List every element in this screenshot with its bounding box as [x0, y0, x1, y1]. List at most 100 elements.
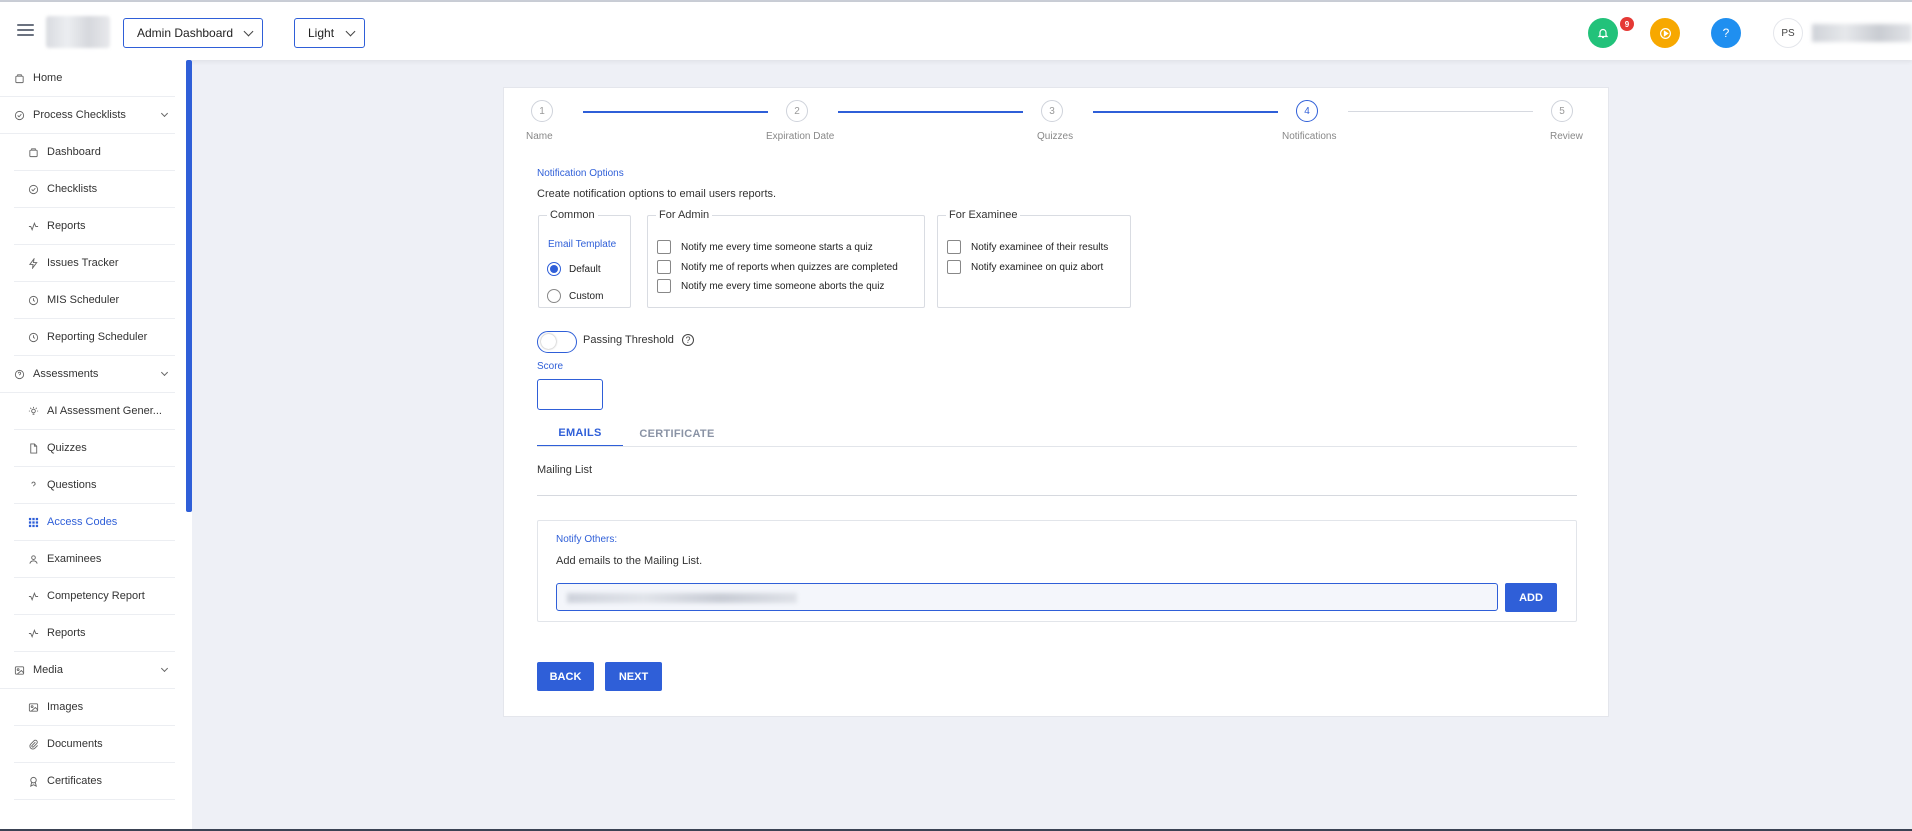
tab-emails[interactable]: EMAILS: [537, 420, 623, 447]
custom-radio[interactable]: [547, 289, 561, 303]
next-button[interactable]: NEXT: [605, 662, 662, 691]
grid-icon: [28, 517, 39, 528]
sidebar-item-assessments[interactable]: Assessments: [0, 356, 175, 393]
custom-radio-label: Custom: [569, 290, 604, 302]
notify-examinee-results-label: Notify examinee of their results: [971, 241, 1109, 253]
sidebar-item-examinees[interactable]: Examinees: [14, 541, 175, 578]
score-input[interactable]: [537, 379, 603, 410]
sidebar-item-label: Images: [47, 701, 84, 713]
sidebar-scrollbar[interactable]: [186, 60, 192, 512]
back-button[interactable]: BACK: [537, 662, 594, 691]
sidebar-item-label: Checklists: [47, 183, 98, 195]
sidebar-item-label: Issues Tracker: [47, 257, 119, 269]
dashboard-icon: [28, 147, 39, 158]
for-examinee-group: For Examinee: [937, 209, 1131, 308]
tabs-divider: [537, 446, 1577, 447]
check-circle-icon: [28, 184, 39, 195]
email-input[interactable]: [556, 583, 1498, 611]
default-radio-option[interactable]: Default: [547, 262, 601, 276]
tab-certificate[interactable]: CERTIFICATE: [634, 420, 720, 447]
dashboard-select[interactable]: Admin Dashboard: [123, 18, 263, 48]
clock-icon: [28, 295, 39, 306]
sidebar-item-label: Documents: [47, 738, 103, 750]
sidebar-item-label: Questions: [47, 479, 97, 491]
notify-examinee-results-option[interactable]: Notify examinee of their results: [947, 240, 1108, 254]
chevron-down-icon: [160, 368, 169, 377]
document-icon: [28, 442, 39, 454]
image-icon: [28, 702, 39, 713]
step-1-circle[interactable]: 1: [531, 100, 553, 122]
step-5-circle[interactable]: 5: [1551, 100, 1573, 122]
sidebar-item-competency-report[interactable]: Competency Report: [14, 578, 175, 615]
clock-icon: [28, 332, 39, 343]
sidebar-item-label: Reports: [47, 627, 86, 639]
stepper-line: [583, 111, 768, 113]
add-email-button[interactable]: ADD: [1505, 583, 1557, 612]
sidebar-item-certificates[interactable]: Certificates: [14, 763, 175, 800]
avatar[interactable]: PS: [1773, 18, 1803, 48]
notify-quiz-start-option[interactable]: Notify me every time someone starts a qu…: [657, 240, 873, 254]
theme-select-value: Light: [308, 26, 335, 40]
help-icon: ?: [1722, 26, 1730, 40]
step-3-label: Quizzes: [1037, 131, 1074, 142]
notify-examinee-abort-checkbox[interactable]: [947, 260, 961, 274]
notify-quiz-completed-checkbox[interactable]: [657, 260, 671, 274]
sidebar-item-label: Home: [33, 72, 63, 84]
score-label: Score: [537, 361, 564, 372]
notify-others-title: Notify Others:: [556, 534, 618, 545]
sidebar-item-questions[interactable]: Questions: [14, 467, 175, 504]
theme-select[interactable]: Light: [294, 18, 365, 48]
sidebar-item-home[interactable]: Home: [0, 60, 175, 97]
notify-quiz-start-label: Notify me every time someone starts a qu…: [681, 241, 873, 253]
passing-threshold-toggle[interactable]: [537, 331, 577, 353]
sidebar-item-issues-tracker[interactable]: Issues Tracker: [14, 245, 175, 282]
sidebar-item-images[interactable]: Images: [14, 689, 175, 726]
notify-quiz-completed-option[interactable]: Notify me of reports when quizzes are co…: [657, 260, 898, 274]
notify-quiz-start-checkbox[interactable]: [657, 240, 671, 254]
mailing-list-divider: [537, 495, 1577, 496]
sidebar-item-mis-scheduler[interactable]: MIS Scheduler: [14, 282, 175, 319]
user-name[interactable]: [1812, 24, 1912, 42]
sidebar-item-label: Examinees: [47, 553, 102, 565]
notify-examinee-results-checkbox[interactable]: [947, 240, 961, 254]
help-button[interactable]: ?: [1711, 18, 1741, 48]
notifications-button[interactable]: [1588, 18, 1618, 48]
sidebar-item-checklists[interactable]: Checklists: [14, 171, 175, 208]
step-4-circle[interactable]: 4: [1296, 100, 1318, 122]
sidebar-item-label: Certificates: [47, 775, 103, 787]
activity-icon: [28, 221, 39, 232]
step-2-circle[interactable]: 2: [786, 100, 808, 122]
question-icon: [28, 480, 39, 491]
sidebar-item-assessment-reports[interactable]: Reports: [14, 615, 175, 652]
custom-radio-option[interactable]: Custom: [547, 289, 603, 303]
sidebar-item-documents[interactable]: Documents: [14, 726, 175, 763]
sidebar-item-process-checklists[interactable]: Process Checklists: [0, 97, 175, 134]
default-radio-label: Default: [569, 263, 601, 275]
sidebar-item-reports[interactable]: Reports: [14, 208, 175, 245]
play-button[interactable]: [1650, 18, 1680, 48]
sidebar-item-label: Dashboard: [47, 146, 101, 158]
sidebar-item-reporting-scheduler[interactable]: Reporting Scheduler: [14, 319, 175, 356]
sidebar-item-label: Reports: [47, 220, 86, 232]
notify-quiz-abort-option[interactable]: Notify me every time someone aborts the …: [657, 279, 884, 293]
sidebar-item-ai-assessment-generator[interactable]: AI Assessment Gener...: [14, 393, 175, 430]
mailing-list-title: Mailing List: [537, 464, 593, 476]
activity-icon: [28, 628, 39, 639]
company-logo: [46, 16, 110, 48]
for-examinee-legend: For Examinee: [949, 209, 1018, 221]
sidebar-item-quizzes[interactable]: Quizzes: [14, 430, 175, 467]
sidebar-item-access-codes[interactable]: Access Codes: [14, 504, 175, 541]
sidebar-item-label: MIS Scheduler: [47, 294, 120, 306]
notify-quiz-abort-checkbox[interactable]: [657, 279, 671, 293]
play-circle-icon: [1659, 27, 1671, 39]
sidebar-item-label: AI Assessment Gener...: [47, 405, 162, 417]
step-3-circle[interactable]: 3: [1041, 100, 1063, 122]
menu-icon[interactable]: [17, 24, 34, 36]
sidebar-item-dashboard[interactable]: Dashboard: [14, 134, 175, 171]
notify-examinee-abort-option[interactable]: Notify examinee on quiz abort: [947, 260, 1103, 274]
stepper-line: [1093, 111, 1278, 113]
sidebar-item-media[interactable]: Media: [0, 652, 175, 689]
sidebar-item-label: Media: [33, 664, 63, 676]
default-radio[interactable]: [547, 262, 561, 276]
question-circle-icon[interactable]: ?: [682, 334, 694, 346]
